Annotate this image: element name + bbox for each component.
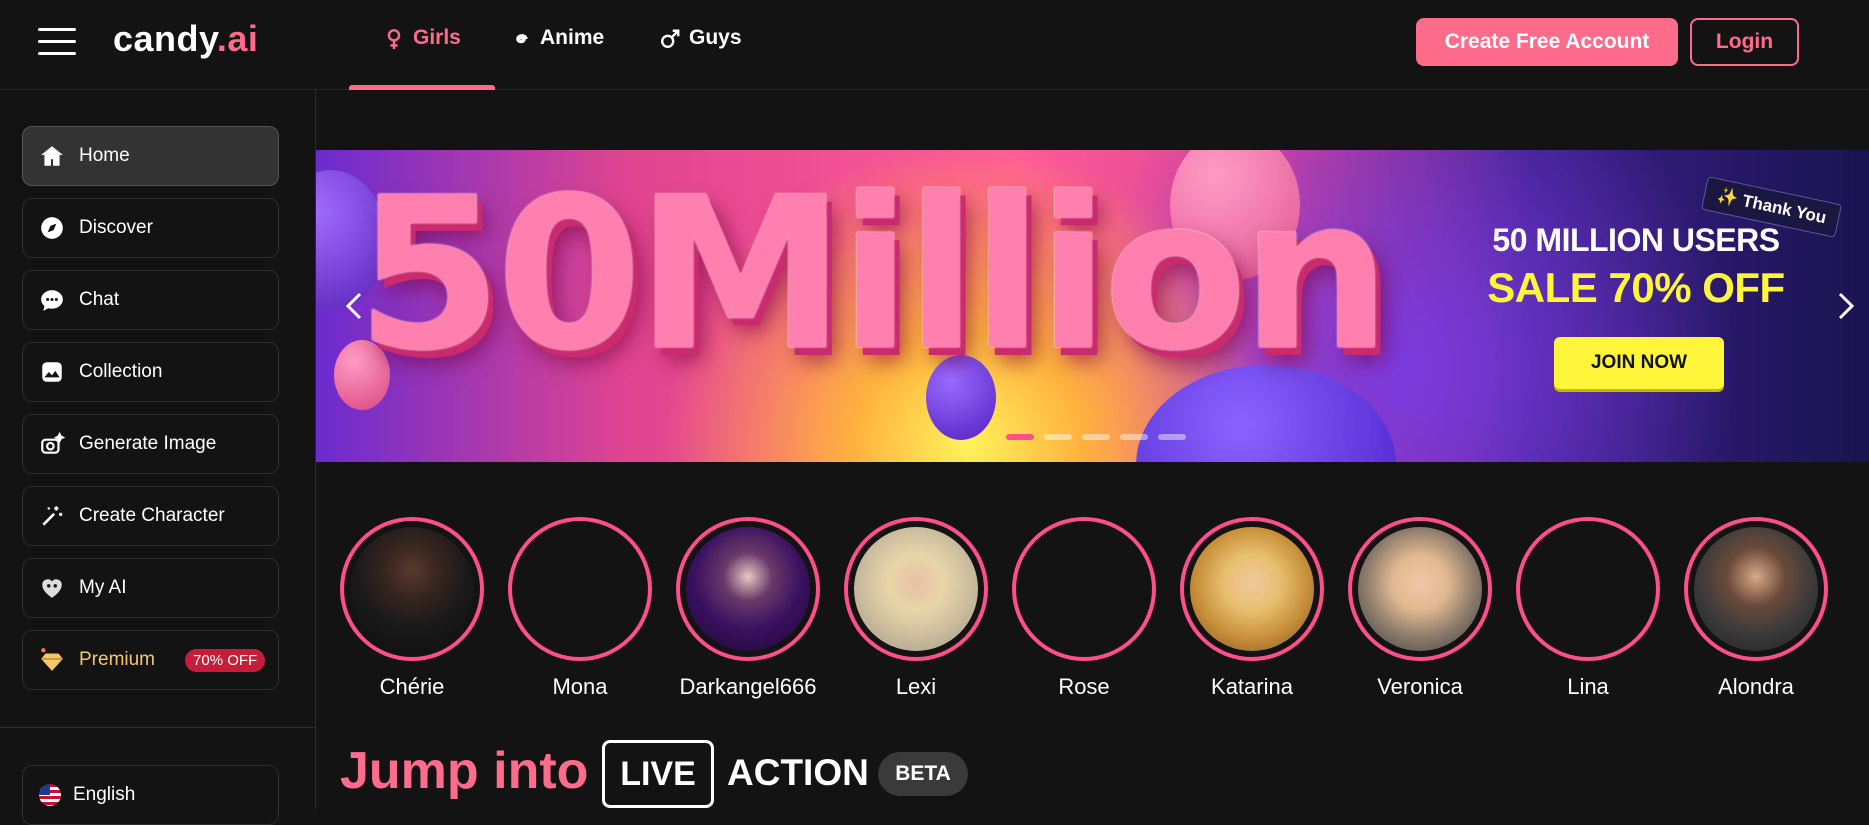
- avatar: [1358, 527, 1482, 651]
- banner-next-arrow-icon[interactable]: [1830, 288, 1860, 324]
- sidebar-item-label: Home: [79, 145, 130, 166]
- avatar: [686, 527, 810, 651]
- story-ring: [676, 517, 820, 661]
- story-name: Lina: [1567, 674, 1609, 699]
- home-icon: [39, 143, 65, 169]
- story-ring: [1348, 517, 1492, 661]
- sidebar-item-collection[interactable]: Collection: [22, 342, 279, 402]
- avatar: [1694, 527, 1818, 651]
- sidebar-item-generate-image[interactable]: Generate Image: [22, 414, 279, 474]
- promo-banner[interactable]: 50Million ✨ Thank You 50 MILLION USERS S…: [316, 150, 1869, 462]
- tab-girls-label: Girls: [413, 26, 461, 49]
- tab-girls[interactable]: Girls: [349, 26, 495, 90]
- story-name: Veronica: [1377, 674, 1463, 699]
- banner-headline: 50Million: [356, 152, 1391, 397]
- story-item[interactable]: Mona: [508, 517, 652, 700]
- tab-guys-label: Guys: [689, 26, 742, 49]
- us-flag-icon: [39, 784, 61, 806]
- male-symbol-icon: [661, 29, 680, 48]
- story-item[interactable]: Lexi: [844, 517, 988, 700]
- tab-anime-label: Anime: [540, 26, 605, 49]
- logo[interactable]: candy.ai: [113, 18, 258, 60]
- carousel-dot[interactable]: [1158, 434, 1186, 440]
- story-item[interactable]: Katarina: [1180, 517, 1324, 700]
- story-ring: [1180, 517, 1324, 661]
- story-item[interactable]: Chérie: [340, 517, 484, 700]
- sidebar-item-label: Discover: [79, 217, 153, 238]
- hamburger-menu-icon[interactable]: [38, 28, 76, 56]
- carousel-dot[interactable]: [1006, 434, 1034, 440]
- female-symbol-icon: [387, 29, 401, 50]
- sidebar-item-label: Collection: [79, 361, 163, 382]
- login-button[interactable]: Login: [1690, 18, 1799, 66]
- story-name: Rose: [1058, 674, 1110, 699]
- chat-bubble-icon: [39, 287, 65, 313]
- logo-suffix: .ai: [216, 18, 259, 59]
- discount-badge: 70% OFF: [185, 648, 266, 672]
- diamond-icon: [39, 647, 65, 673]
- sidebar-item-home[interactable]: Home: [22, 126, 279, 186]
- tab-guys[interactable]: Guys: [659, 26, 742, 90]
- compass-icon: [39, 215, 65, 241]
- avatar: [350, 527, 474, 651]
- logo-text: candy: [113, 18, 217, 59]
- language-label: English: [73, 784, 136, 805]
- image-gallery-icon: [39, 359, 65, 385]
- join-now-button[interactable]: JOIN NOW: [1554, 337, 1724, 389]
- story-name: Katarina: [1211, 674, 1293, 699]
- carousel-dot[interactable]: [1082, 434, 1110, 440]
- story-ring: [844, 517, 988, 661]
- section-title-jump: Jump into: [340, 742, 589, 800]
- tab-anime[interactable]: Anime: [510, 26, 604, 90]
- avatar: [1190, 527, 1314, 651]
- sidebar-divider: [0, 727, 316, 728]
- action-label: ACTION: [727, 752, 869, 793]
- story-item[interactable]: Lina: [1516, 517, 1660, 700]
- banner-prev-arrow-icon[interactable]: [340, 288, 370, 324]
- top-bar: candy.ai Girls Anime Guys Create Free Ac…: [0, 0, 1869, 90]
- language-selector[interactable]: English: [22, 765, 279, 825]
- story-item[interactable]: Rose: [1012, 517, 1156, 700]
- create-free-account-button[interactable]: Create Free Account: [1416, 18, 1678, 66]
- sidebar-item-create-character[interactable]: Create Character: [22, 486, 279, 546]
- story-item[interactable]: Darkangel666: [676, 517, 820, 700]
- story-item[interactable]: Veronica: [1348, 517, 1492, 700]
- story-name: Darkangel666: [679, 674, 817, 699]
- story-name: Chérie: [379, 674, 445, 699]
- story-ring: [1516, 517, 1660, 661]
- story-ring: [508, 517, 652, 661]
- avatar: [854, 527, 978, 651]
- sidebar-item-premium[interactable]: Premium 70% OFF: [22, 630, 279, 690]
- story-ring: [1012, 517, 1156, 661]
- live-label: LIVE: [602, 740, 714, 808]
- sidebar-item-label: Generate Image: [79, 433, 217, 454]
- magic-wand-icon: [39, 503, 65, 529]
- sidebar-item-label: Premium: [79, 649, 156, 670]
- camera-sparkle-icon: [39, 431, 65, 457]
- sidebar-item-label: Chat: [79, 289, 120, 310]
- beta-badge: BETA: [878, 752, 968, 796]
- story-name: Lexi: [895, 674, 937, 699]
- sidebar-item-chat[interactable]: Chat: [22, 270, 279, 330]
- promo-sale-text: SALE 70% OFF: [1487, 264, 1785, 311]
- sidebar-item-label: Create Character: [79, 505, 225, 526]
- sidebar: Home Discover Chat Collection Generate I…: [0, 90, 316, 825]
- carousel-dot[interactable]: [1120, 434, 1148, 440]
- story-name: Mona: [552, 674, 608, 699]
- promo-users-text: 50 MILLION USERS: [1492, 222, 1780, 258]
- sidebar-item-label: My AI: [79, 577, 127, 598]
- carousel-dot[interactable]: [1044, 434, 1072, 440]
- spiral-icon: [516, 34, 528, 44]
- carousel-dots: [1006, 434, 1186, 440]
- sidebar-item-discover[interactable]: Discover: [22, 198, 279, 258]
- sidebar-item-my-ai[interactable]: My AI: [22, 558, 279, 618]
- story-ring: [1684, 517, 1828, 661]
- heart-mask-icon: [39, 575, 65, 601]
- story-ring: [340, 517, 484, 661]
- story-item[interactable]: Alondra: [1684, 517, 1828, 700]
- story-name: Alondra: [1718, 674, 1794, 699]
